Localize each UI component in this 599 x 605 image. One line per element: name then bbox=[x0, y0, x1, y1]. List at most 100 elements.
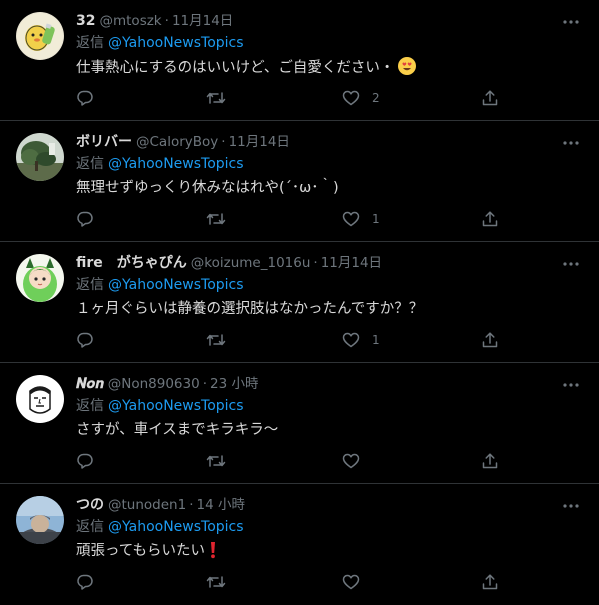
share-icon bbox=[482, 574, 498, 590]
share-button[interactable] bbox=[481, 330, 499, 350]
timestamp[interactable]: 11月14日 bbox=[172, 13, 233, 29]
reply-icon bbox=[77, 211, 93, 227]
retweet-button[interactable] bbox=[206, 330, 226, 350]
share-button[interactable] bbox=[481, 572, 499, 592]
heart-icon bbox=[342, 332, 360, 348]
action-bar bbox=[76, 451, 506, 471]
like-button[interactable]: 1 bbox=[342, 330, 380, 350]
timestamp[interactable]: 11月14日 bbox=[229, 134, 290, 150]
replying-to: 返信 @YahooNewsTopics bbox=[76, 517, 244, 537]
more-dots-icon[interactable] bbox=[561, 256, 581, 272]
retweet-icon bbox=[206, 334, 226, 346]
replying-to: 返信 @YahooNewsTopics bbox=[76, 396, 244, 416]
like-button[interactable] bbox=[342, 572, 372, 592]
action-bar: 1 bbox=[76, 209, 506, 229]
mention-link[interactable]: @YahooNewsTopics bbox=[108, 519, 244, 535]
replying-label: 返信 bbox=[76, 156, 104, 172]
like-count: 1 bbox=[372, 333, 380, 347]
mention-link[interactable]: @YahooNewsTopics bbox=[108, 277, 244, 293]
reply-button[interactable] bbox=[76, 572, 94, 592]
sketch-face-avatar-icon bbox=[16, 375, 64, 423]
replying-label: 返信 bbox=[76, 398, 104, 414]
timestamp[interactable]: 11月14日 bbox=[321, 255, 382, 271]
reply-tweet[interactable]: ボリバー @CaloryBoy · 11月14日 返信 @YahooNewsTopics… bbox=[0, 121, 599, 242]
reply-button[interactable] bbox=[76, 330, 94, 350]
timestamp[interactable]: 23 小時 bbox=[210, 376, 258, 392]
mention-link[interactable]: @YahooNewsTopics bbox=[108, 156, 244, 172]
tree-landscape-avatar-icon bbox=[16, 133, 64, 181]
replying-to: 返信 @YahooNewsTopics bbox=[76, 275, 244, 295]
reply-tweet[interactable]: 𝑵𝒐𝒏 @Non890630 · 23 小時 返信 @YahooNewsTopics さ… bbox=[0, 363, 599, 484]
more-dots-icon[interactable] bbox=[561, 135, 581, 151]
like-button[interactable]: 1 bbox=[342, 209, 380, 229]
avatar[interactable] bbox=[16, 496, 64, 544]
display-name[interactable]: fire がちゃぴん bbox=[76, 255, 187, 271]
reply-text-content: さすが、車イスまでキラキラ～ bbox=[76, 422, 279, 438]
replying-to: 返信 @YahooNewsTopics bbox=[76, 154, 244, 174]
reply-header: つの @tunoden1 · 14 小時 bbox=[76, 495, 245, 515]
share-icon bbox=[482, 453, 498, 469]
reply-tweet[interactable]: つの @tunoden1 · 14 小時 返信 @YahooNewsTopics 頑張っ… bbox=[0, 484, 599, 605]
mention-link[interactable]: @YahooNewsTopics bbox=[108, 398, 244, 414]
reply-icon bbox=[77, 453, 93, 469]
reply-button[interactable] bbox=[76, 209, 94, 229]
share-icon bbox=[482, 332, 498, 348]
display-name[interactable]: ボリバー bbox=[76, 134, 132, 150]
smiling-face-with-heart-eyes-emoji-icon bbox=[398, 57, 417, 75]
display-name[interactable]: つの bbox=[76, 497, 104, 513]
more-dots-icon[interactable] bbox=[561, 14, 581, 30]
display-name[interactable]: 32 bbox=[76, 13, 95, 29]
separator-dot: · bbox=[221, 134, 226, 150]
reply-button[interactable] bbox=[76, 451, 94, 471]
replying-to: 返信 @YahooNewsTopics bbox=[76, 33, 244, 53]
share-button[interactable] bbox=[481, 88, 499, 108]
separator-dot: · bbox=[202, 376, 207, 392]
avatar[interactable] bbox=[16, 375, 64, 423]
action-bar: 1 bbox=[76, 330, 506, 350]
retweet-icon bbox=[206, 213, 226, 225]
user-handle[interactable]: @koizume_1016u bbox=[191, 255, 311, 271]
reply-text-content: 頑張ってもらいたい bbox=[76, 543, 206, 559]
user-handle[interactable]: @tunoden1 bbox=[108, 497, 186, 513]
more-dots-icon[interactable] bbox=[561, 498, 581, 514]
retweet-button[interactable] bbox=[206, 451, 226, 471]
retweet-button[interactable] bbox=[206, 209, 226, 229]
reply-icon bbox=[77, 574, 93, 590]
heart-icon bbox=[342, 574, 360, 590]
user-handle[interactable]: @Non890630 bbox=[108, 376, 200, 392]
reply-button[interactable] bbox=[76, 88, 94, 108]
reply-text: 仕事熱心にするのはいいけど、ご自愛ください・ bbox=[76, 56, 417, 78]
reply-header: 𝑵𝒐𝒏 @Non890630 · 23 小時 bbox=[76, 374, 258, 394]
heart-icon bbox=[342, 90, 360, 106]
reply-icon bbox=[77, 332, 93, 348]
share-button[interactable] bbox=[481, 451, 499, 471]
display-name[interactable]: 𝑵𝒐𝒏 bbox=[76, 376, 104, 392]
reply-tweet[interactable]: fire がちゃぴん @koizume_1016u · 11月14日 返信 @Yahoo… bbox=[0, 242, 599, 363]
separator-dot: · bbox=[189, 497, 194, 513]
like-count: 1 bbox=[372, 212, 380, 226]
avatar[interactable] bbox=[16, 12, 64, 60]
reply-text-content: １ヶ月ぐらいは静養の選択肢はなかったんですか？？ bbox=[76, 301, 424, 317]
user-handle[interactable]: @CaloryBoy bbox=[136, 134, 218, 150]
timestamp[interactable]: 14 小時 bbox=[196, 497, 244, 513]
avatar[interactable] bbox=[16, 254, 64, 302]
share-icon bbox=[482, 211, 498, 227]
retweet-icon bbox=[206, 455, 226, 467]
retweet-button[interactable] bbox=[206, 88, 226, 108]
avatar[interactable] bbox=[16, 133, 64, 181]
mention-link[interactable]: @YahooNewsTopics bbox=[108, 35, 244, 51]
exclamation-mark-emoji-icon bbox=[211, 542, 216, 559]
reply-header: fire がちゃぴん @koizume_1016u · 11月14日 bbox=[76, 253, 382, 273]
reply-tweet[interactable]: 32 @mtoszk · 11月14日 返信 @YahooNewsTopics 仕事熱心… bbox=[0, 0, 599, 121]
retweet-button[interactable] bbox=[206, 572, 226, 592]
replying-label: 返信 bbox=[76, 277, 104, 293]
reply-text: １ヶ月ぐらいは静養の選択肢はなかったんですか？？ bbox=[76, 298, 423, 320]
like-button[interactable]: 2 bbox=[342, 88, 380, 108]
like-button[interactable] bbox=[342, 451, 372, 471]
share-button[interactable] bbox=[481, 209, 499, 229]
reply-icon bbox=[77, 90, 93, 106]
separator-dot: · bbox=[313, 255, 318, 271]
reply-text: 無理せずゆっくり休みなはれや(´･ω･｀) bbox=[76, 177, 339, 199]
user-handle[interactable]: @mtoszk bbox=[99, 13, 161, 29]
more-dots-icon[interactable] bbox=[561, 377, 581, 393]
